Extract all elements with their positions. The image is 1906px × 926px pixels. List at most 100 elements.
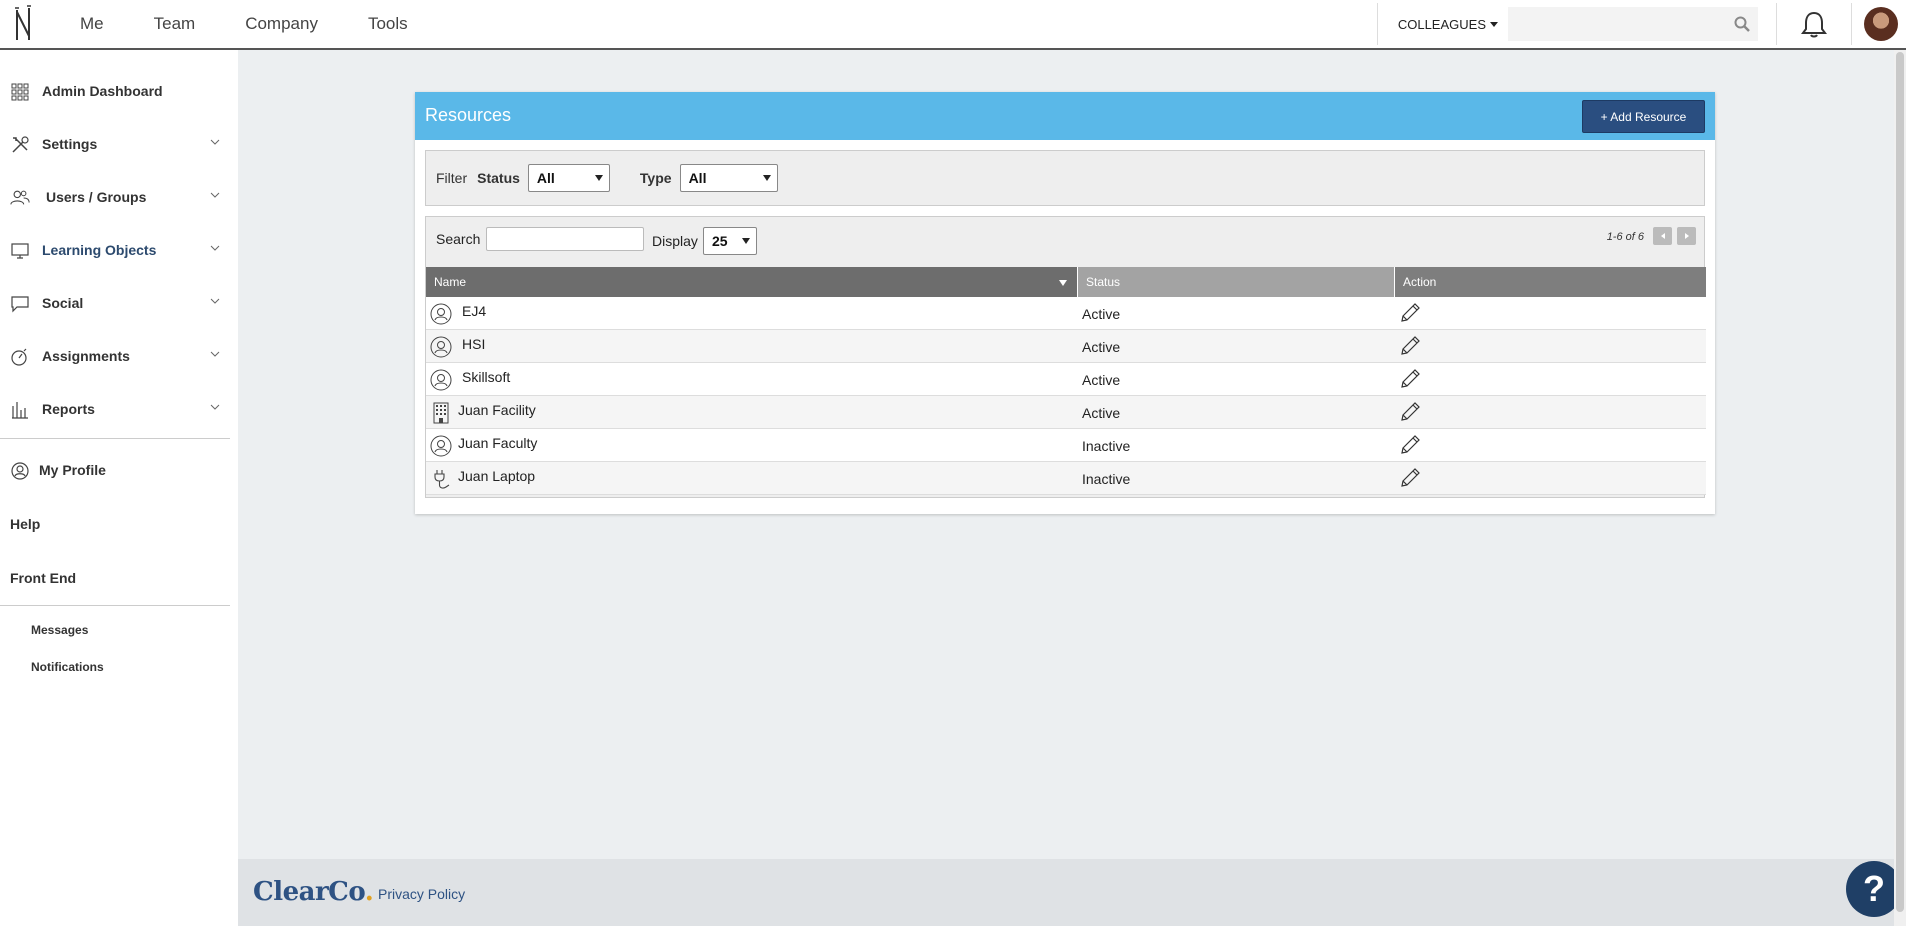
person-icon <box>430 435 452 457</box>
sidebar-item-admin-dashboard[interactable]: Admin Dashboard <box>0 76 232 106</box>
table-header: Name Status Action <box>426 267 1706 297</box>
column-header-label: Name <box>434 275 467 289</box>
divider <box>1776 3 1777 45</box>
name-cell: HSI <box>426 330 1077 362</box>
privacy-policy-link[interactable]: Privacy Policy <box>378 886 465 902</box>
sidebar-item-notifications[interactable]: Notifications <box>31 660 104 674</box>
next-page-button[interactable] <box>1677 227 1696 245</box>
name-cell: EJ4 <box>426 297 1077 329</box>
help-question-icon: ? <box>1863 868 1885 909</box>
chevron-left-icon <box>1660 233 1665 239</box>
sidebar-item-label: Learning Objects <box>42 242 157 258</box>
resource-name: EJ4 <box>462 303 487 319</box>
sidebar-item-help[interactable]: Help <box>0 509 232 539</box>
resource-name: Juan Laptop <box>458 468 536 484</box>
sidebar-item-label: Help <box>10 516 41 532</box>
chevron-right-icon <box>1684 233 1689 239</box>
display-select[interactable]: 25 <box>703 227 757 255</box>
top-search-input[interactable] <box>1508 7 1758 41</box>
action-cell <box>1394 363 1706 395</box>
nav-company[interactable]: Company <box>245 14 318 34</box>
colleagues-label: COLLEAGUES <box>1397 16 1486 32</box>
chevron-down-icon <box>210 245 220 251</box>
building-icon <box>433 402 449 424</box>
resource-status: Active <box>1082 405 1121 421</box>
bell-icon[interactable] <box>1801 10 1827 38</box>
resource-name: HSI <box>462 336 486 352</box>
add-resource-button[interactable]: + Add Resource <box>1582 100 1705 133</box>
edit-pencil-icon[interactable] <box>1398 367 1422 391</box>
table-body: EJ4 Active HSI Active Skillsoft Active J… <box>426 297 1706 495</box>
column-header-name[interactable]: Name <box>426 267 1077 297</box>
status-filter-value: All <box>536 170 555 186</box>
edit-pencil-icon[interactable] <box>1398 334 1422 358</box>
person-icon <box>430 369 452 391</box>
brand-logo[interactable]: ClearCo. <box>253 877 374 907</box>
nav-tools[interactable]: Tools <box>368 14 408 34</box>
sidebar-item-front-end[interactable]: Front End <box>0 563 232 593</box>
edit-pencil-icon[interactable] <box>1398 433 1422 457</box>
chat-icon <box>11 296 29 313</box>
colleagues-dropdown[interactable]: COLLEAGUES <box>1378 17 1508 32</box>
panel-header: Resources + Add Resource <box>415 92 1715 140</box>
main-nav: Me Team Company Tools <box>80 0 458 48</box>
action-cell <box>1394 330 1706 362</box>
resource-name: Juan Facility <box>458 402 536 418</box>
column-header-action: Action <box>1394 267 1706 297</box>
brand-name: ClearCo <box>253 877 365 907</box>
resource-status: Active <box>1082 372 1121 388</box>
nav-me[interactable]: Me <box>80 14 104 34</box>
bar-chart-icon <box>12 402 28 419</box>
edit-pencil-icon[interactable] <box>1398 466 1422 490</box>
top-right: COLLEAGUES <box>1376 0 1906 48</box>
table-row: Juan Laptop Inactive <box>426 462 1706 495</box>
status-filter-select[interactable]: All <box>527 164 610 192</box>
sidebar-item-users-groups[interactable]: Users / Groups <box>0 182 232 212</box>
resource-status: Active <box>1082 306 1121 322</box>
prev-page-button[interactable] <box>1653 227 1672 245</box>
sidebar-item-my-profile[interactable]: My Profile <box>0 455 232 485</box>
sidebar-item-settings[interactable]: Settings <box>0 129 232 159</box>
nav-team[interactable]: Team <box>154 14 196 34</box>
app-logo-icon[interactable] <box>12 4 34 44</box>
sidebar-item-learning-objects[interactable]: Learning Objects <box>0 235 232 265</box>
chevron-down-icon <box>210 298 220 304</box>
column-header-status[interactable]: Status <box>1077 267 1394 297</box>
search-input[interactable] <box>486 227 644 251</box>
filter-label: Filter <box>436 170 468 186</box>
type-filter-select[interactable]: All <box>679 164 778 192</box>
stopwatch-icon <box>11 348 27 366</box>
sidebar-item-label: Users / Groups <box>46 189 147 205</box>
sidebar-item-assignments[interactable]: Assignments <box>0 341 232 371</box>
action-cell <box>1394 396 1706 428</box>
page-title: Resources <box>425 105 512 125</box>
column-header-label: Action <box>1403 275 1437 289</box>
sidebar-item-label: Admin Dashboard <box>42 83 163 99</box>
sidebar-item-label: Assignments <box>42 348 130 364</box>
avatar[interactable] <box>1864 7 1898 41</box>
display-label: Display <box>652 233 698 249</box>
resource-status: Inactive <box>1082 471 1131 487</box>
name-cell: Juan Laptop <box>426 462 1077 494</box>
sidebar-item-reports[interactable]: Reports <box>0 394 232 424</box>
table-row: EJ4 Active <box>426 297 1706 330</box>
sidebar-item-messages[interactable]: Messages <box>31 623 88 637</box>
edit-pencil-icon[interactable] <box>1398 301 1422 325</box>
pager-text: 1-6 of 6 <box>1606 231 1644 243</box>
page-scrollbar[interactable] <box>1894 50 1906 926</box>
resources-table: Name Status Action EJ4 Active HSI Active… <box>426 267 1706 495</box>
edit-pencil-icon[interactable] <box>1398 400 1422 424</box>
table-row: Juan Faculty Inactive <box>426 429 1706 462</box>
resource-status: Inactive <box>1082 438 1131 454</box>
status-cell: Active <box>1077 396 1394 428</box>
resources-table-box: Search Display 25 1-6 of 6 Name Status A… <box>425 216 1706 498</box>
sidebar-divider <box>0 605 230 606</box>
status-cell: Inactive <box>1077 462 1394 494</box>
name-cell: Skillsoft <box>426 363 1077 395</box>
sidebar-item-social[interactable]: Social <box>0 288 232 318</box>
display-value: 25 <box>712 233 728 249</box>
top-bar: Me Team Company Tools COLLEAGUES <box>0 0 1906 50</box>
chevron-down-icon <box>210 192 220 198</box>
scrollbar-thumb[interactable] <box>1896 52 1904 912</box>
search-icon[interactable] <box>1734 16 1750 32</box>
